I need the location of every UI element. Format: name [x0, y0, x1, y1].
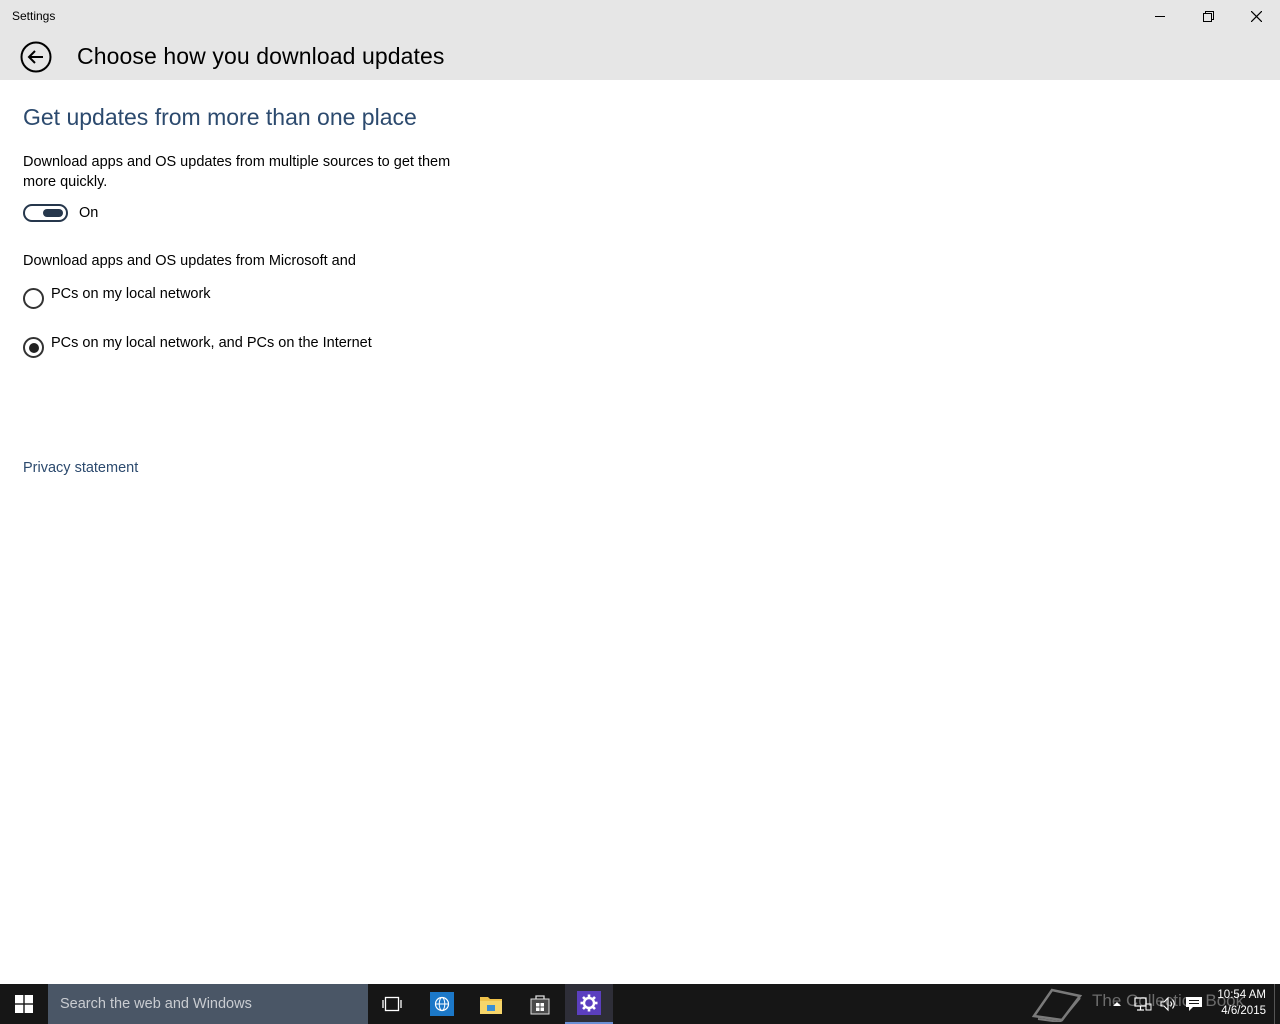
title-bar: Settings Choose how you download updates [0, 0, 1280, 80]
windows-logo-icon [15, 995, 33, 1013]
privacy-statement-link[interactable]: Privacy statement [23, 460, 138, 476]
browser-button[interactable] [418, 984, 466, 1024]
radio-local-and-internet-label[interactable]: PCs on my local network, and PCs on the … [51, 335, 372, 351]
store-button[interactable] [516, 984, 564, 1024]
setting-description: Download apps and OS updates from multip… [23, 154, 451, 190]
task-view-icon [382, 996, 402, 1012]
multiple-sources-toggle[interactable] [23, 204, 68, 222]
radio-local-network-label[interactable]: PCs on my local network [51, 286, 211, 302]
show-hidden-icons-button[interactable] [1106, 984, 1128, 1024]
back-arrow-icon [20, 41, 52, 73]
minimize-button[interactable] [1136, 0, 1184, 32]
app-title: Settings [12, 9, 56, 23]
message-icon [1186, 997, 1202, 1011]
store-bag-icon [530, 995, 550, 1015]
radio-selected-dot [28, 342, 39, 353]
taskbar: Search the web and Windows The Collectio… [0, 984, 1280, 1024]
close-button[interactable] [1232, 0, 1280, 32]
toggle-knob [43, 209, 63, 217]
radio-group-label: Download apps and OS updates from Micros… [23, 253, 356, 269]
page-title: Choose how you download updates [77, 43, 445, 69]
minimize-icon [1155, 16, 1165, 17]
search-placeholder: Search the web and Windows [60, 996, 252, 1012]
show-desktop-button[interactable] [1274, 984, 1280, 1024]
back-button[interactable] [20, 41, 52, 73]
settings-taskbar-button[interactable] [565, 984, 613, 1024]
restore-button[interactable] [1184, 0, 1232, 32]
clock-date: 4/6/2015 [1221, 1005, 1266, 1017]
clock[interactable]: 10:54 AM 4/6/2015 [1208, 987, 1266, 1019]
radio-local-and-internet[interactable] [23, 337, 44, 358]
file-explorer-button[interactable] [467, 984, 515, 1024]
radio-local-network[interactable] [23, 288, 44, 309]
volume-tray-button[interactable] [1157, 984, 1179, 1024]
clock-time: 10:54 AM [1217, 989, 1266, 1001]
section-heading: Get updates from more than one place [23, 104, 417, 130]
close-icon [1250, 10, 1262, 22]
gear-icon [577, 991, 601, 1015]
restore-icon [1202, 10, 1214, 22]
start-button[interactable] [0, 984, 48, 1024]
network-tray-button[interactable] [1132, 984, 1154, 1024]
chevron-up-icon [1113, 1002, 1121, 1006]
taskbar-search-box[interactable]: Search the web and Windows [48, 984, 368, 1024]
folder-icon [480, 997, 502, 1014]
speaker-icon [1160, 996, 1175, 1012]
network-icon [1134, 997, 1152, 1011]
task-view-button[interactable] [368, 984, 416, 1024]
globe-icon [430, 992, 454, 1016]
toggle-state-label: On [79, 205, 99, 221]
action-center-button[interactable] [1183, 984, 1205, 1024]
